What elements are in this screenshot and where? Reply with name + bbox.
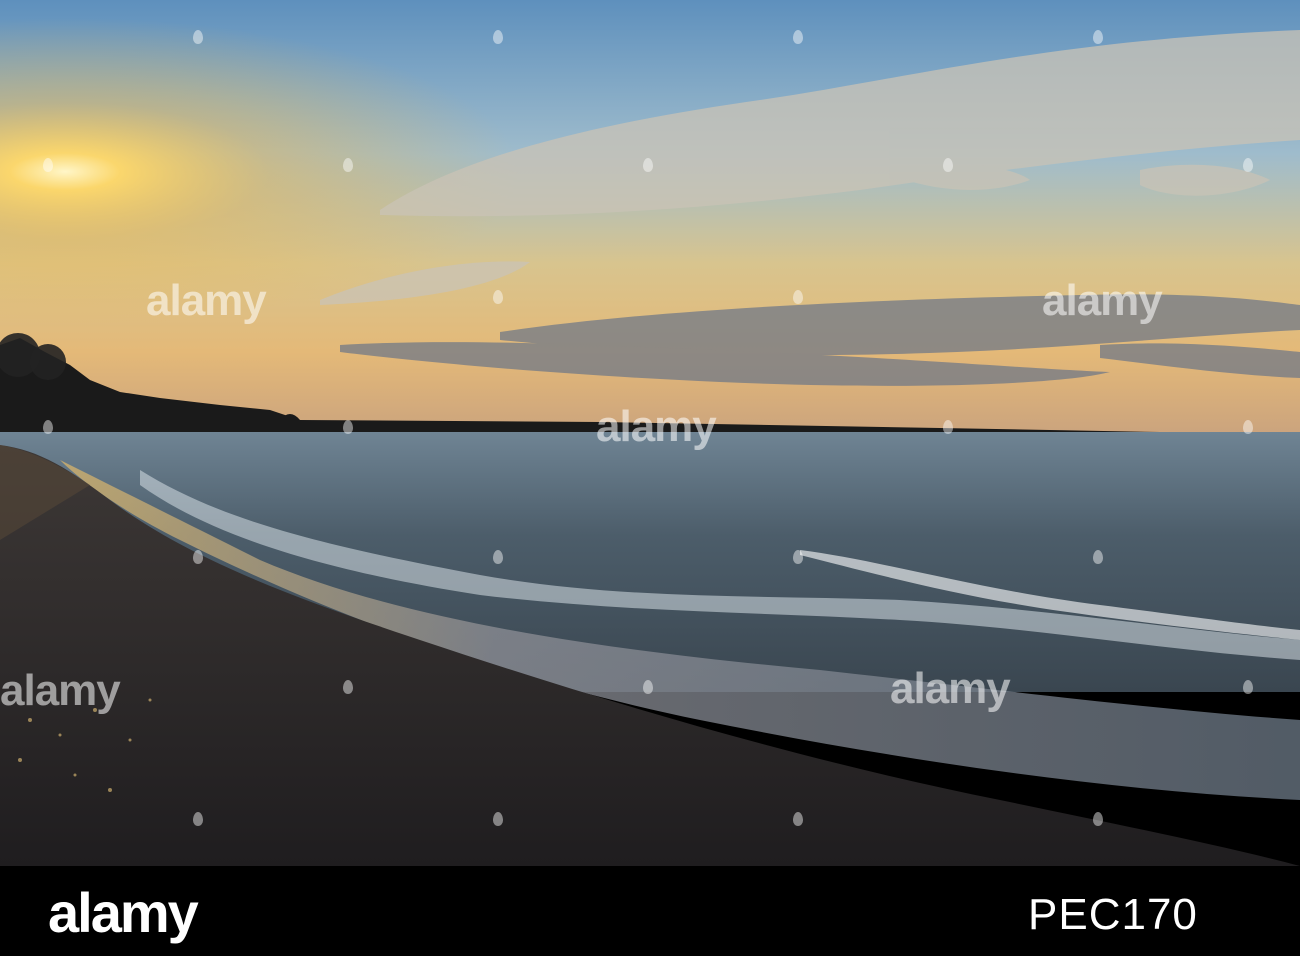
watermark-mark bbox=[1243, 680, 1253, 694]
watermark-mark bbox=[1093, 550, 1103, 564]
watermark-mark bbox=[1243, 158, 1253, 172]
beach-sunset-photo: alamy alamy alamy alamy alamy bbox=[0, 0, 1300, 866]
watermark-mark bbox=[493, 550, 503, 564]
watermark-text: alamy bbox=[146, 276, 267, 325]
watermark-mark bbox=[943, 420, 953, 434]
alamy-logo: alamy bbox=[48, 881, 199, 944]
image-id: PEC170 bbox=[1028, 890, 1198, 939]
watermark-mark bbox=[493, 30, 503, 44]
watermark-mark bbox=[1243, 420, 1253, 434]
watermark-mark bbox=[193, 550, 203, 564]
watermark-text: alamy bbox=[0, 666, 121, 715]
watermark-mark bbox=[1093, 30, 1103, 44]
watermark-text: alamy bbox=[890, 664, 1011, 713]
watermark-mark bbox=[343, 680, 353, 694]
watermark-mark bbox=[1093, 812, 1103, 826]
watermark-mark bbox=[793, 812, 803, 826]
watermark-mark bbox=[493, 812, 503, 826]
watermark-mark bbox=[193, 30, 203, 44]
watermark-mark bbox=[793, 30, 803, 44]
watermark-mark bbox=[493, 290, 503, 304]
watermark-mark bbox=[43, 158, 53, 172]
watermark-mark bbox=[43, 420, 53, 434]
watermark-text: alamy bbox=[1042, 276, 1163, 325]
watermark-mark bbox=[193, 812, 203, 826]
watermark-mark bbox=[643, 158, 653, 172]
watermark-mark bbox=[343, 420, 353, 434]
watermark-mark bbox=[793, 290, 803, 304]
footer-bar: alamy PEC170 bbox=[0, 866, 1300, 956]
watermark-text: alamy bbox=[596, 402, 717, 451]
watermark-mark bbox=[943, 158, 953, 172]
watermark-mark bbox=[793, 550, 803, 564]
watermark-mark bbox=[343, 158, 353, 172]
watermark-mark bbox=[643, 680, 653, 694]
